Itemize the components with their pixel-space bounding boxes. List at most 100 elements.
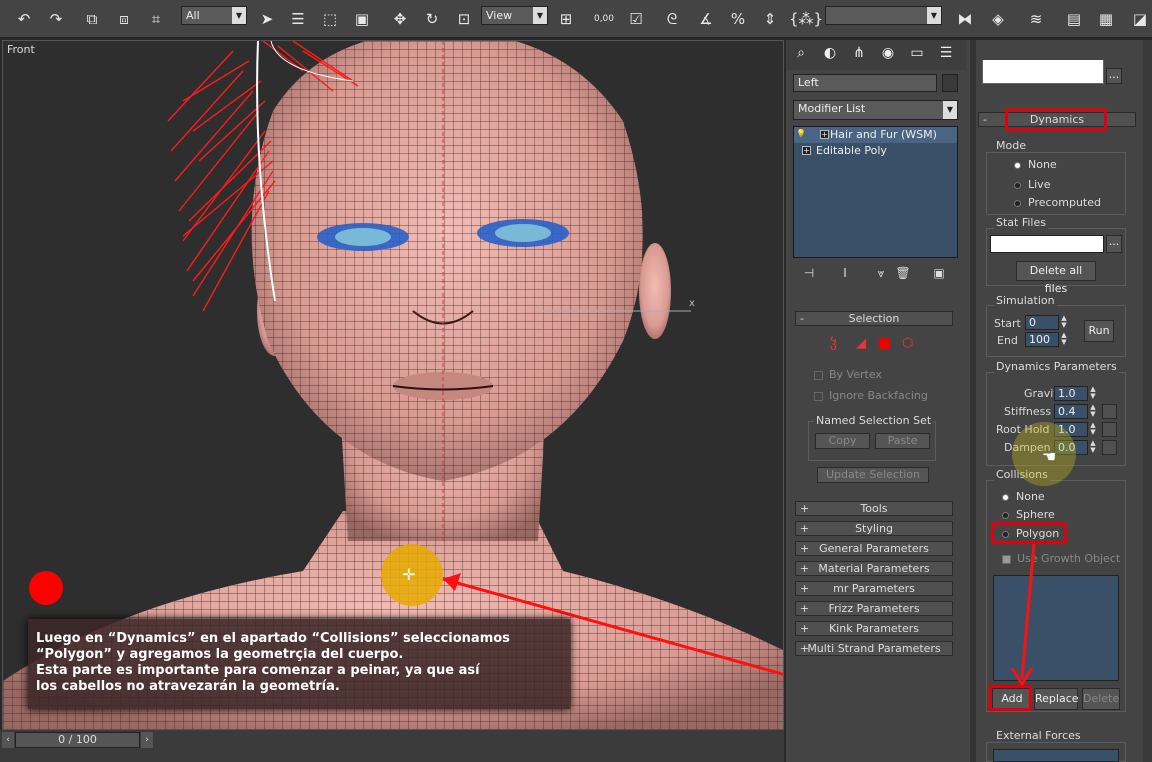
collision-objects-list[interactable] — [993, 575, 1119, 681]
stiffness-map-button[interactable] — [1102, 404, 1117, 419]
mirror-icon[interactable]: ⧓ — [953, 7, 977, 31]
stiffness-spinner[interactable]: 0.4 — [1054, 404, 1088, 419]
object-name-field[interactable]: Left — [793, 74, 937, 92]
material-editor-icon[interactable]: ◪ — [1128, 7, 1152, 31]
stack-item-editable-poly[interactable]: + Editable Poly — [794, 143, 957, 159]
material-params-rollout-header[interactable]: + Material Parameters — [795, 561, 953, 576]
selection-filter-dropdown[interactable]: All ▼ — [181, 6, 247, 25]
external-forces-list[interactable] — [993, 749, 1119, 762]
window-crossing-icon[interactable]: ▣ — [350, 7, 374, 31]
mode-precomputed-radio[interactable]: Precomputed — [1014, 196, 1101, 209]
spinner-snap-icon[interactable]: ⇕ — [758, 7, 782, 31]
collision-sphere-radio[interactable]: Sphere — [1002, 508, 1055, 521]
delete-all-files-button[interactable]: Delete all files — [1016, 261, 1096, 295]
element-icon[interactable]: ⬡ — [902, 336, 913, 351]
mr-params-rollout-header[interactable]: + mr Parameters — [795, 581, 953, 596]
viewport-label[interactable]: Front — [7, 43, 35, 56]
gravity-spinner[interactable]: 1.0 — [1054, 386, 1088, 401]
general-params-rollout-header[interactable]: + General Parameters — [795, 541, 953, 556]
select-object-icon[interactable]: ➤ — [255, 7, 279, 31]
ignore-backfacing-checkbox[interactable]: Ignore Backfacing — [814, 389, 928, 402]
schematic-view-icon[interactable]: ▦ — [1094, 7, 1118, 31]
scale-icon[interactable]: ⊡ — [452, 7, 476, 31]
stat-files-browse-button[interactable]: ... — [1106, 235, 1122, 253]
paste-button[interactable]: Paste — [875, 433, 930, 449]
kink-params-rollout-header[interactable]: + Kink Parameters — [795, 621, 953, 636]
stiffness-spinner-arrows-icon[interactable]: ▲ ▼ — [1089, 404, 1097, 419]
time-next-icon[interactable]: › — [141, 732, 153, 748]
select-by-name-icon[interactable]: ☰ — [286, 7, 310, 31]
move-icon[interactable]: ✥ — [388, 7, 412, 31]
run-button[interactable]: Run — [1084, 320, 1114, 342]
panel-divider[interactable] — [970, 40, 976, 762]
start-spinner-arrows-icon[interactable]: ▲ ▼ — [1060, 315, 1068, 330]
copy-button[interactable]: Copy — [815, 433, 870, 449]
curve-editor-icon[interactable]: ▤ — [1062, 7, 1086, 31]
face-icon[interactable] — [879, 338, 890, 349]
make-unique-icon[interactable]: ⩔ — [872, 266, 890, 282]
object-color-swatch[interactable] — [942, 74, 958, 92]
percent-snap-icon[interactable]: % — [726, 7, 750, 31]
motion-tab-icon[interactable]: ◉ — [877, 45, 899, 65]
ref-coord-dropdown[interactable]: View ▼ — [481, 6, 548, 25]
undo-icon[interactable]: ↶ — [12, 7, 36, 31]
edge-icon[interactable]: ◢ — [856, 336, 866, 351]
redo-icon[interactable]: ↷ — [44, 7, 68, 31]
styling-rollout-header[interactable]: + Styling — [795, 521, 953, 536]
create-tab-icon[interactable]: ⌕ — [790, 45, 812, 65]
roothold-map-button[interactable] — [1102, 422, 1117, 437]
configure-sets-icon[interactable]: ▣ — [930, 266, 948, 282]
layer-manager-icon[interactable]: ≋ — [1024, 7, 1048, 31]
pin-stack-icon[interactable]: ⊣ — [800, 266, 818, 282]
modifier-list-dropdown[interactable]: Modifier List ▼ — [793, 100, 958, 120]
start-spinner[interactable]: 0 — [1025, 315, 1059, 330]
time-prev-icon[interactable]: ‹ — [2, 732, 14, 748]
end-spinner[interactable]: 100 — [1025, 332, 1059, 347]
remove-modifier-icon[interactable]: 🗑 — [894, 266, 912, 282]
use-growth-checkbox[interactable]: Use Growth Object — [1002, 552, 1120, 565]
angle-snap-icon[interactable]: ∡ — [694, 7, 718, 31]
show-end-result-icon[interactable]: Ⅰ — [836, 266, 854, 282]
align-icon[interactable]: ◈ — [986, 7, 1010, 31]
multi-strand-rollout-header[interactable]: + Multi Strand Parameters — [795, 641, 953, 656]
replace-button[interactable]: Replace — [1034, 688, 1079, 710]
vertex-icon[interactable]: ჴ — [830, 336, 837, 351]
snap-toggle-icon[interactable]: ᘓ — [660, 7, 684, 31]
prev-browse-button[interactable]: ... — [1106, 68, 1122, 84]
display-tab-icon[interactable]: ▭ — [906, 45, 928, 65]
panel-scrollbar[interactable] — [1143, 40, 1152, 762]
mode-none-radio[interactable]: None — [1014, 158, 1057, 171]
stack-item-hair-fur[interactable]: 💡 + Hair and Fur (WSM) — [794, 127, 957, 143]
dampen-spinner-arrows-icon[interactable]: ▲ ▼ — [1089, 440, 1097, 455]
selection-rollout-title: Selection — [848, 312, 900, 325]
mode-live-radio[interactable]: Live — [1014, 178, 1050, 191]
manipulate-icon[interactable]: ☑ — [624, 7, 648, 31]
hierarchy-tab-icon[interactable]: ⋔ — [848, 45, 870, 65]
collision-none-radio[interactable]: None — [1002, 490, 1045, 503]
frizz-params-rollout-header[interactable]: + Frizz Parameters — [795, 601, 953, 616]
by-vertex-checkbox[interactable]: By Vertex — [814, 368, 882, 381]
pivot-icon[interactable]: ⊞ — [554, 7, 578, 31]
rotate-icon[interactable]: ↻ — [420, 7, 444, 31]
named-sets-icon[interactable]: {⁂} — [789, 7, 823, 31]
time-slider[interactable]: 0 / 100 — [15, 732, 140, 748]
delete-button[interactable]: Delete — [1082, 688, 1120, 710]
modify-tab-icon[interactable]: ◐ — [819, 45, 841, 65]
gravity-spinner-arrows-icon[interactable]: ▲ ▼ — [1089, 386, 1097, 401]
roothold-spinner-arrows-icon[interactable]: ▲ ▼ — [1089, 422, 1097, 437]
stack-item-label: Hair and Fur (WSM) — [830, 128, 937, 141]
link-icon[interactable]: ⧉ — [80, 7, 104, 31]
modifier-stack[interactable]: 💡 + Hair and Fur (WSM) + Editable Poly — [793, 126, 958, 258]
selection-rollout-header[interactable]: - Selection — [795, 311, 953, 326]
unlink-icon[interactable]: ⧈ — [112, 7, 136, 31]
tools-rollout-header[interactable]: + Tools — [795, 501, 953, 516]
utilities-tab-icon[interactable]: ☰ — [935, 45, 957, 65]
update-selection-button[interactable]: Update Selection — [817, 467, 929, 483]
end-spinner-arrows-icon[interactable]: ▲ ▼ — [1060, 332, 1068, 347]
stat-files-field[interactable] — [990, 235, 1104, 253]
dampen-map-button[interactable] — [1102, 440, 1117, 455]
named-selection-dropdown[interactable]: ▼ — [825, 6, 942, 25]
snap-percent-icon[interactable]: 0,00 — [592, 7, 616, 31]
rect-selection-icon[interactable]: ⬚ — [318, 7, 342, 31]
bind-spacewarp-icon[interactable]: ⌗ — [144, 7, 168, 31]
